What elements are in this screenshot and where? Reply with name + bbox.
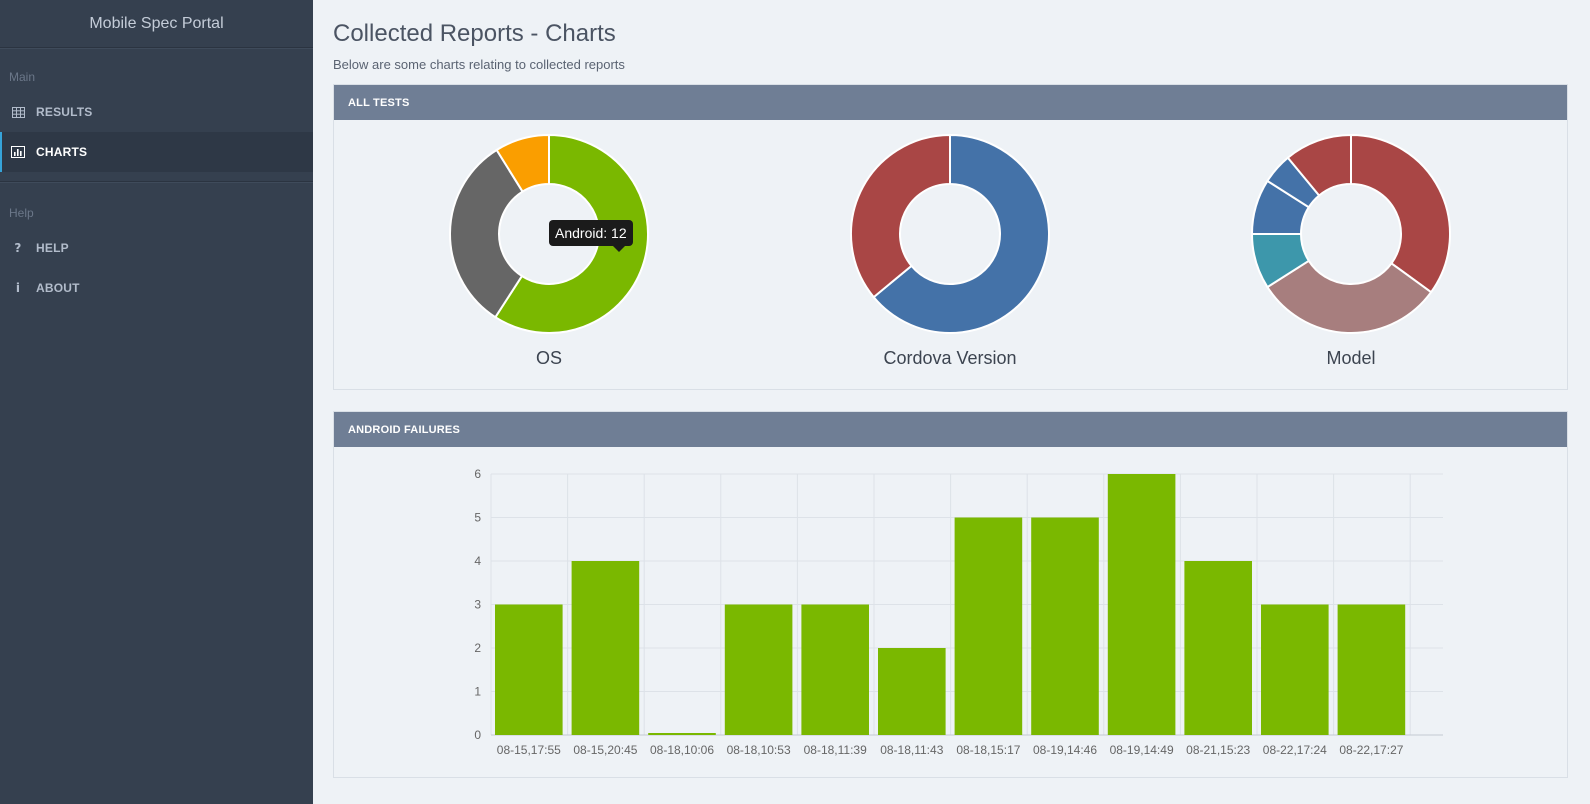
panel-android-failures-header: ANDROID FAILURES: [334, 412, 1567, 447]
bar[interactable]: [1031, 517, 1099, 736]
y-tick-label: 2: [474, 641, 481, 655]
bar[interactable]: [801, 604, 869, 736]
y-tick-label: 5: [474, 511, 481, 525]
nav-divider: [0, 172, 313, 182]
nav-item-help[interactable]: ? HELP: [0, 228, 313, 268]
bar[interactable]: [878, 648, 946, 735]
x-tick-label: 08-15,17:55: [497, 743, 561, 757]
page-subtitle: Below are some charts relating to collec…: [333, 57, 625, 72]
bar[interactable]: [724, 604, 793, 736]
x-tick-label: 08-18,15:17: [956, 743, 1020, 757]
cordova-donut-svg[interactable]: [850, 134, 1050, 334]
y-tick-label: 6: [474, 467, 481, 481]
donut-slice[interactable]: [850, 134, 951, 299]
nav-item-results-label: RESULTS: [36, 105, 93, 119]
nav-item-about-label: ABOUT: [36, 281, 80, 295]
y-tick-label: 3: [474, 598, 481, 612]
os-chart-title: OS: [535, 348, 562, 368]
nav-section-help: Help: [9, 206, 34, 220]
x-tick-label: 08-18,10:53: [727, 743, 791, 757]
nav-section-main: Main: [9, 70, 36, 84]
bar[interactable]: [1184, 561, 1252, 735]
main-content: Collected Reports - Charts Below are som…: [333, 0, 1568, 778]
bar[interactable]: [495, 604, 563, 736]
panel-all-tests-header: ALL TESTS: [334, 85, 1567, 120]
nav-item-charts[interactable]: CHARTS: [0, 132, 313, 172]
nav-item-help-label: HELP: [36, 241, 69, 255]
nav-item-charts-label: CHARTS: [36, 145, 88, 159]
nav-item-about[interactable]: i ABOUT: [0, 268, 313, 308]
bar[interactable]: [1261, 604, 1329, 736]
cordova-chart-title: Cordova Version: [883, 348, 1017, 368]
sidebar: Mobile Spec Portal Main RESULTS CHARTS H…: [0, 0, 313, 804]
x-tick-label: 08-18,11:43: [880, 743, 943, 757]
panel-android-failures: ANDROID FAILURES 0 1 2 3 4 5 6 08-15,17:55 08-15…: [333, 411, 1568, 778]
y-tick-label: 1: [474, 685, 481, 699]
x-tick-label: 08-18,10:06: [650, 743, 714, 757]
bar-chart-container: 0 1 2 3 4 5 6 08-15,17:55 08-15,20:45 08-18,10:06…: [334, 447, 1567, 772]
x-tick-label: 08-15,20:45: [573, 743, 637, 757]
bar-chart-icon: [11, 145, 25, 159]
x-tick-label: 08-19,14:49: [1110, 743, 1174, 757]
cordova-donut-chart: Cordova Version: [850, 134, 1050, 369]
donut-slice[interactable]: [1350, 134, 1451, 294]
brand-title[interactable]: Mobile Spec Portal: [0, 0, 313, 48]
y-tick-label: 0: [474, 728, 481, 742]
model-donut-svg[interactable]: [1251, 134, 1451, 334]
nav-item-results[interactable]: RESULTS: [0, 92, 313, 132]
x-tick-label: 08-22,17:24: [1263, 743, 1327, 757]
x-tick-label: 08-21,15:23: [1186, 743, 1250, 757]
x-tick-label: 08-18,11:39: [804, 743, 867, 757]
donut-charts-row: OS Cordova Version Model Android: 12: [334, 120, 1567, 390]
chart-tooltip: Android: 12: [549, 220, 633, 252]
bar[interactable]: [648, 733, 716, 735]
model-chart-title: Model: [1326, 348, 1376, 368]
x-tick-label: 08-22,17:27: [1339, 743, 1403, 757]
bar[interactable]: [1337, 604, 1406, 736]
model-donut-chart: Model: [1251, 134, 1451, 369]
info-icon: i: [15, 281, 21, 295]
bar[interactable]: [954, 517, 1023, 736]
panel-all-tests: ALL TESTS OS Cordova Version Model Andro…: [333, 84, 1568, 390]
question-icon: ?: [14, 241, 22, 255]
bar[interactable]: [571, 561, 640, 735]
x-tick-label: 08-19,14:46: [1033, 743, 1097, 757]
bar[interactable]: [1107, 474, 1176, 735]
y-tick-label: 4: [474, 554, 481, 568]
android-failures-bar-chart: 0 1 2 3 4 5 6 08-15,17:55 08-15,20:45 08-18,10:06…: [474, 467, 1443, 757]
table-icon: [11, 105, 25, 119]
page-title: Collected Reports - Charts: [333, 20, 616, 47]
